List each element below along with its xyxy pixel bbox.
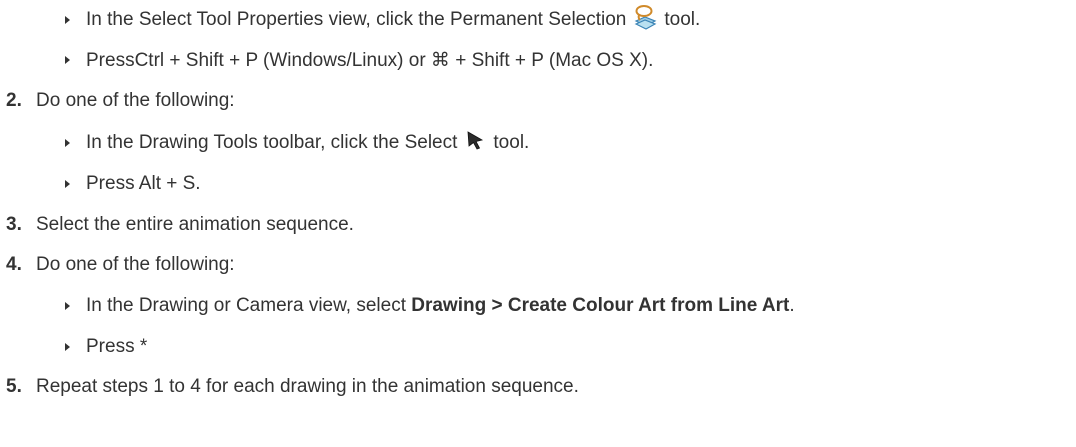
list-item: Press Alt + S. — [65, 169, 201, 199]
list-item: In the Select Tool Properties view, clic… — [65, 5, 700, 35]
list-item: PressCtrl + Shift + P (Windows/Linux) or… — [65, 45, 653, 75]
step-2: 2. Do one of the following: — [6, 86, 235, 116]
bullet-marker — [65, 343, 70, 351]
list-item: In the Drawing or Camera view, select Dr… — [65, 291, 795, 321]
bullet-marker — [65, 302, 70, 310]
list-item-text-before: In the Drawing or Camera view, select — [86, 295, 406, 316]
list-item-text: In the Drawing or Camera view, select Dr… — [86, 295, 795, 317]
list-item-text-before: In the Select Tool Properties view, clic… — [86, 9, 627, 30]
list-item-text: In the Select Tool Properties view, clic… — [86, 4, 700, 36]
step-5: 5. Repeat steps 1 to 4 for each drawing … — [6, 372, 579, 402]
list-item-text: PressCtrl + Shift + P (Windows/Linux) or… — [86, 49, 654, 71]
list-item: Press * — [65, 332, 147, 362]
step-text: Select the entire animation sequence. — [36, 214, 354, 235]
bullet-marker — [65, 139, 70, 147]
step-3: 3. Select the entire animation sequence. — [6, 210, 354, 240]
list-item-text-after: tool. — [493, 132, 530, 153]
list-item-text: Press Alt + S. — [86, 173, 201, 194]
menu-path: Drawing > Create Colour Art from Line Ar… — [411, 295, 790, 316]
step-text: Repeat steps 1 to 4 for each drawing in … — [36, 376, 579, 397]
step-number: 3. — [6, 214, 22, 235]
step-text: Do one of the following: — [36, 90, 235, 111]
list-item: In the Drawing Tools toolbar, click the … — [65, 128, 529, 158]
step-number: 5. — [6, 376, 22, 397]
bullet-marker — [65, 56, 70, 64]
step-text: Do one of the following: — [36, 254, 235, 275]
step-4: 4. Do one of the following: — [6, 250, 235, 280]
list-item-text-before: In the Drawing Tools toolbar, click the … — [86, 132, 458, 153]
permanent-selection-icon — [632, 4, 658, 36]
list-item-text: In the Drawing Tools toolbar, click the … — [86, 128, 529, 158]
list-item-text-after: tool. — [664, 9, 701, 30]
bullet-marker — [65, 180, 70, 188]
bullet-marker — [65, 16, 70, 24]
list-item-text: Press * — [86, 336, 148, 357]
select-arrow-icon — [463, 128, 487, 158]
step-number: 4. — [6, 254, 22, 275]
step-number: 2. — [6, 90, 22, 111]
list-item-text-after: . — [789, 295, 795, 316]
